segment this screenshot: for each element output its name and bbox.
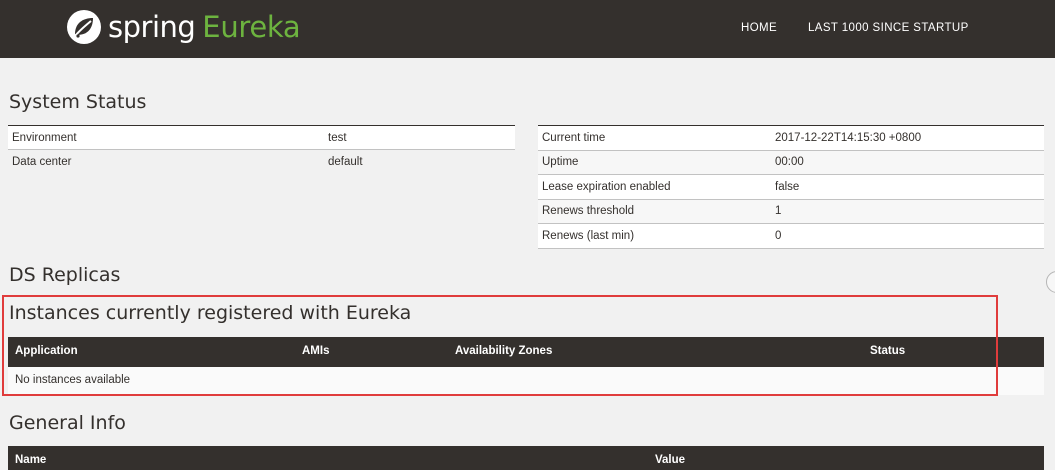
system-status-heading: System Status	[9, 91, 147, 113]
navbar: spring Eureka HOME LAST 1000 SINCE START…	[0, 0, 1055, 58]
status-value: false	[771, 174, 1044, 199]
table-row: Renews (last min) 0	[538, 223, 1044, 249]
table-row: Renews threshold 1	[538, 198, 1044, 224]
status-key: Renews threshold	[538, 198, 771, 224]
nav-home-link[interactable]: HOME	[741, 22, 777, 34]
brand-eureka-text: Eureka	[202, 10, 301, 44]
status-value: 2017-12-22T14:15:30 +0800	[771, 125, 1044, 150]
table-row: Environment test	[8, 125, 515, 150]
nav-last-1000-link[interactable]: LAST 1000 SINCE STARTUP	[808, 22, 969, 34]
system-status-left-table: Environment test Data center default	[8, 125, 515, 174]
status-value: 00:00	[771, 149, 1044, 175]
status-value: 0	[771, 223, 1044, 249]
brand-spring-text: spring	[108, 10, 196, 44]
status-key: Lease expiration enabled	[538, 174, 771, 199]
spring-leaf-icon	[67, 10, 101, 44]
status-key: Current time	[538, 125, 771, 150]
column-header-value[interactable]: Value	[655, 454, 685, 466]
status-value: test	[324, 125, 515, 150]
status-key: Environment	[8, 125, 324, 150]
table-row: Lease expiration enabled false	[538, 174, 1044, 199]
table-row: Current time 2017-12-22T14:15:30 +0800	[538, 125, 1044, 150]
general-info-heading: General Info	[9, 412, 126, 434]
status-value: 1	[771, 198, 1044, 224]
column-header-name[interactable]: Name	[15, 454, 46, 466]
system-status-right-table: Current time 2017-12-22T14:15:30 +0800 U…	[538, 125, 1044, 249]
table-row: Data center default	[8, 149, 515, 174]
ds-replicas-heading: DS Replicas	[9, 264, 121, 286]
status-value: default	[324, 149, 515, 174]
brand-logo[interactable]: spring Eureka	[66, 8, 301, 46]
scroll-handle[interactable]	[1046, 271, 1055, 293]
status-key: Renews (last min)	[538, 223, 771, 249]
table-row: Uptime 00:00	[538, 149, 1044, 175]
general-info-table-header: Name Value	[8, 446, 1044, 470]
status-key: Data center	[8, 149, 324, 174]
status-key: Uptime	[538, 149, 771, 175]
highlight-box	[2, 295, 998, 396]
